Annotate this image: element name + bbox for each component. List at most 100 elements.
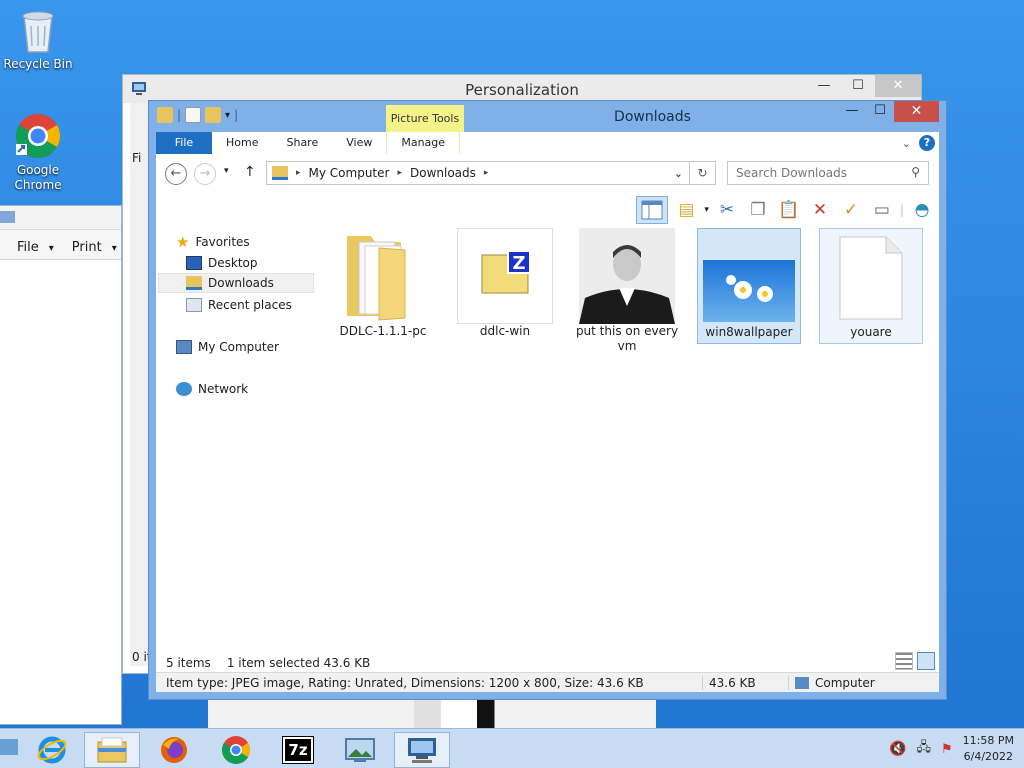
nav-my-computer[interactable]: My Computer (176, 337, 279, 357)
taskbar: 7z 🔇 🖧 ⚑ 11:58 PM 6/4/2022 (0, 728, 1024, 768)
breadcrumb-separator[interactable]: ▸ (484, 168, 489, 178)
expand-ribbon-icon[interactable]: ⌄ (902, 137, 911, 150)
details-view-icon[interactable] (895, 652, 913, 670)
window-titlebar (0, 206, 121, 230)
large-icons-view-icon[interactable] (917, 652, 935, 670)
breadcrumb-downloads[interactable]: Downloads (410, 166, 476, 180)
taskbar-chrome[interactable] (208, 732, 264, 768)
taskbar-internet-explorer[interactable] (24, 732, 80, 768)
tab-manage[interactable]: Manage (386, 132, 461, 154)
menu-bar: File Print (0, 230, 121, 260)
volume-muted-icon[interactable]: 🔇 (889, 741, 906, 757)
file-name: DDLC-1.1.1-pc (339, 324, 427, 338)
desktop-icon-label: Recycle Bin (3, 57, 73, 71)
preview-pane-button[interactable] (636, 196, 669, 224)
explorer-window[interactable]: | ▾ | Picture Tools Downloads — ☐ ✕ File… (148, 100, 947, 700)
taskbar-7zip[interactable]: 7z (270, 732, 326, 768)
picture-viewer-icon (345, 738, 375, 762)
address-bar[interactable]: ▸ My Computer ▸ Downloads ▸ ⌄ (266, 161, 690, 185)
window-title: Personalization (465, 81, 579, 99)
minimize-button[interactable]: — (807, 75, 841, 97)
details-bar: Item type: JPEG image, Rating: Unrated, … (156, 672, 939, 692)
ribbon-tabs: File Home Share View Manage ⌄ ? (156, 132, 939, 154)
up-button[interactable]: ↑ (244, 164, 256, 180)
nav-label: My Computer (198, 340, 279, 354)
item-count: 5 items (166, 656, 211, 670)
file-item[interactable]: youare (819, 228, 923, 344)
search-icon[interactable]: ⚲ (911, 165, 920, 179)
breadcrumb-separator[interactable]: ▸ (296, 168, 301, 178)
nav-favorites[interactable]: ★ Favorites (176, 232, 250, 252)
firefox-icon (161, 737, 187, 763)
start-button[interactable] (0, 739, 18, 755)
system-tray: 🔇 🖧 ⚑ 11:58 PM 6/4/2022 (889, 733, 1014, 765)
computer-icon (176, 340, 192, 354)
taskbar-control-panel[interactable] (394, 732, 450, 768)
nav-label: Downloads (208, 276, 274, 290)
background-photo-strip (208, 696, 656, 730)
paste-icon[interactable]: 📋 (776, 197, 802, 223)
menu-print[interactable]: Print (72, 240, 117, 259)
help-icon[interactable]: ? (919, 135, 935, 151)
menu-file[interactable]: File (17, 240, 54, 259)
background-app-window[interactable]: File Print (0, 205, 122, 725)
file-name: win8wallpaper (705, 325, 793, 339)
taskbar-file-explorer[interactable] (84, 732, 140, 768)
delete-icon[interactable]: ✕ (807, 197, 833, 223)
navigation-pane: ★ Favorites Desktop Downloads Recent pla… (156, 226, 316, 632)
tab-file[interactable]: File (156, 132, 212, 154)
shell-icon[interactable]: ◓ (909, 197, 935, 223)
forward-button[interactable]: → (194, 163, 216, 185)
clock[interactable]: 11:58 PM 6/4/2022 (963, 733, 1014, 765)
checkmark-icon[interactable]: ✓ (838, 197, 864, 223)
network-status-icon[interactable]: 🖧 (917, 738, 932, 760)
tab-view[interactable]: View (332, 132, 386, 154)
refresh-button[interactable]: ↻ (690, 161, 716, 185)
rename-icon[interactable]: ▭ (869, 197, 895, 223)
taskbar-picture-viewer[interactable] (332, 732, 388, 768)
close-button[interactable]: ✕ (894, 101, 939, 122)
breadcrumb-separator[interactable]: ▸ (397, 168, 402, 178)
tab-share[interactable]: Share (272, 132, 332, 154)
nav-network[interactable]: Network (176, 379, 248, 399)
window-title: Downloads (614, 109, 691, 125)
portrait-photo-thumbnail (579, 228, 675, 324)
back-button[interactable]: ← (165, 163, 187, 185)
zip-archive-icon: Z (457, 228, 553, 324)
maximize-button[interactable]: ☐ (841, 75, 875, 97)
close-button[interactable]: ✕ (875, 75, 921, 97)
cut-icon[interactable]: ✂ (714, 197, 740, 223)
action-center-warning-icon[interactable]: ⚑ (941, 742, 953, 757)
nav-recent-places[interactable]: Recent places (186, 295, 292, 315)
nav-downloads[interactable]: Downloads (158, 273, 314, 293)
desktop-icon-recycle-bin[interactable]: Recycle Bin (0, 6, 76, 72)
maximize-button[interactable]: ☐ (866, 101, 894, 122)
file-item[interactable]: DDLC-1.1.1-pc (331, 228, 435, 346)
explorer-body: ← → ▾ ↑ ▸ My Computer ▸ Downloads ▸ ⌄ ↻ … (156, 154, 939, 692)
nav-label: Desktop (208, 256, 258, 270)
file-item[interactable]: Z ddlc-win (453, 228, 557, 346)
nav-desktop[interactable]: Desktop (186, 253, 258, 273)
breadcrumb-my-computer[interactable]: My Computer (309, 166, 390, 180)
file-item[interactable]: put this on every vm (575, 228, 679, 358)
taskbar-firefox[interactable] (146, 732, 202, 768)
command-toolbar: ▤ ▾ ✂ ❐ 📋 ✕ ✓ ▭ | ◓ (636, 196, 935, 224)
desktop-icon (186, 256, 202, 270)
file-explorer-icon (97, 737, 127, 763)
clock-time: 11:58 PM (962, 734, 1014, 747)
window-titlebar: | ▾ | Picture Tools Downloads — ☐ ✕ (149, 101, 946, 133)
control-panel-icon (408, 738, 436, 763)
tab-home[interactable]: Home (212, 132, 272, 154)
recent-locations-icon[interactable]: ▾ (224, 166, 229, 176)
chevron-down-icon[interactable]: ▾ (704, 205, 709, 215)
search-placeholder: Search Downloads (736, 166, 847, 180)
copy-icon[interactable]: ❐ (745, 197, 771, 223)
7zip-icon: 7z (282, 736, 314, 764)
search-input[interactable]: Search Downloads ⚲ (727, 161, 929, 185)
move-to-icon[interactable]: ▤ (673, 197, 699, 223)
desktop-icon-google-chrome[interactable]: Google Chrome (0, 112, 76, 193)
chevron-down-icon[interactable]: ⌄ (674, 167, 683, 180)
nav-label: Favorites (195, 235, 250, 249)
minimize-button[interactable]: — (838, 101, 866, 122)
file-item-selected[interactable]: win8wallpaper (697, 228, 801, 344)
